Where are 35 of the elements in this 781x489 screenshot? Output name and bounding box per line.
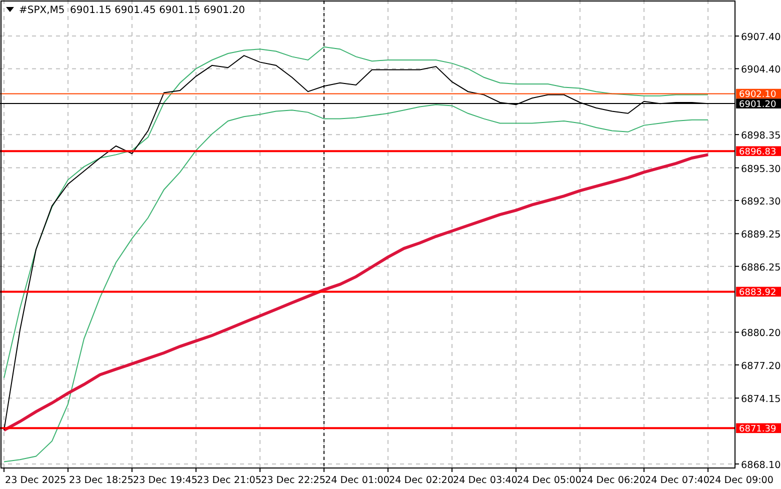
ref-line-label: 6883.92 [739,288,776,298]
time-axis-label: 23 Dec 22:25 [261,475,326,486]
price-axis-label: 6892.30 [741,196,781,208]
time-axis-label: 23 Dec 2025 [5,475,66,486]
price-axis-label: 6907.40 [741,32,781,44]
price-level-tag: 6902.10 [736,88,781,100]
price-axis-label: 6868.10 [741,460,781,471]
symbol-label: #SPX,M5 [19,5,65,16]
ref-line-label: 6896.83 [739,147,776,158]
time-axis-label: 24 Dec 01:00 [325,475,390,486]
price-axis-label: 6874.15 [741,394,781,406]
time-axis-label: 23 Dec 18:25 [69,475,134,486]
time-axis-label: 23 Dec 19:45 [133,475,198,486]
price-level-tag: 6896.83 [736,146,781,158]
price-level-tag: 6901.20 [736,98,781,110]
price-axis-label: 6904.40 [741,64,781,76]
price-axis-label: 6880.20 [741,328,781,340]
ref-line-label: 6871.39 [739,424,776,434]
time-axis-label: 24 Dec 09:00 [709,475,774,486]
price-axis-label: 6895.30 [741,164,781,175]
price-level-tag: 6871.39 [736,423,781,434]
time-axis-label: 24 Dec 06:20 [581,475,646,486]
ref-line-label: 6902.10 [739,90,776,100]
time-axis-label: 24 Dec 05:00 [517,475,582,486]
ohlc-values: 6901.15 6901.45 6901.15 6901.20 [70,5,245,16]
time-axis-label: 24 Dec 03:40 [453,475,518,486]
price-axis-label: 6877.20 [741,360,781,372]
time-axis-label: 23 Dec 21:05 [197,475,262,486]
price-axis-label: 6898.35 [741,130,781,142]
ref-line-label: 6901.20 [739,100,776,110]
price-axis-label: 6886.25 [741,262,781,274]
time-axis-label: 24 Dec 02:20 [389,475,454,486]
price-axis-label: 6889.25 [741,230,781,241]
price-level-tag: 6883.92 [736,286,781,298]
time-axis-label: 24 Dec 07:40 [645,475,710,486]
